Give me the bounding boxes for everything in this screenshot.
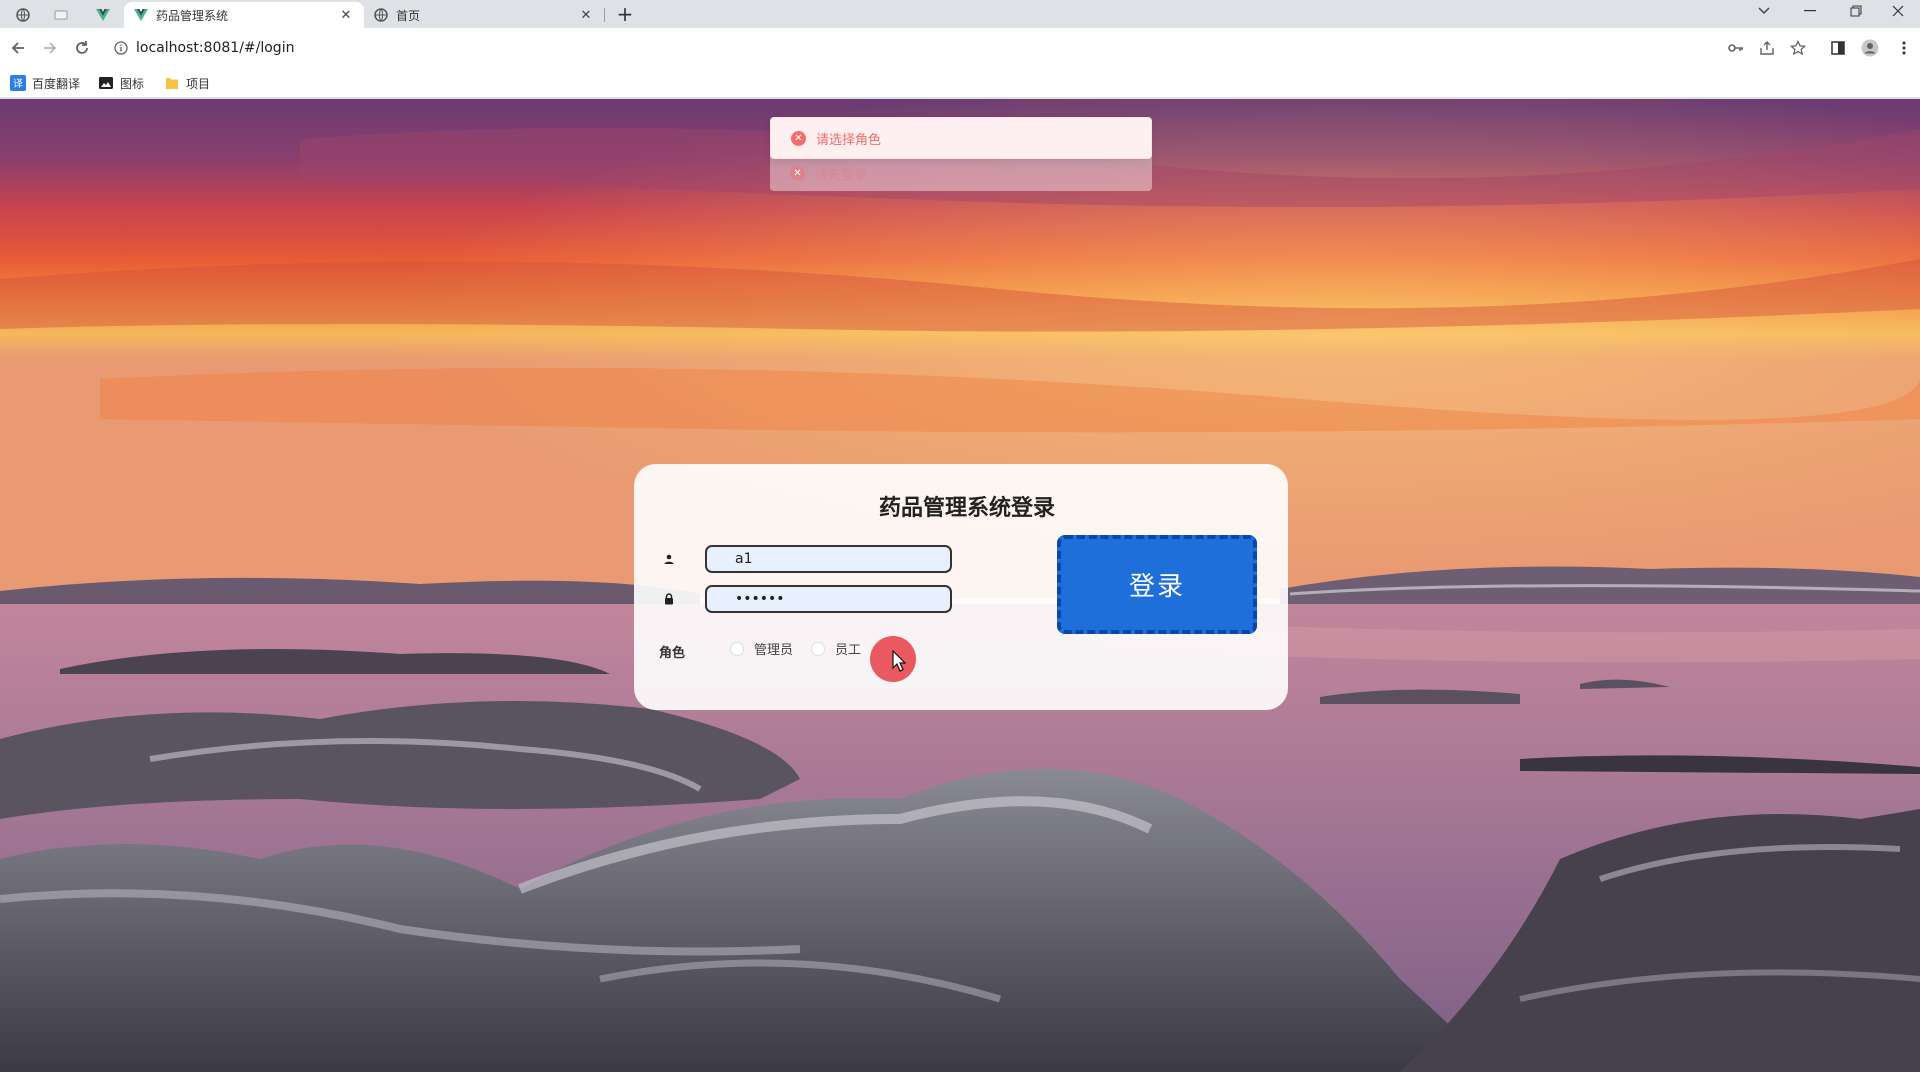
login-card: 药品管理系统登录 角色 管理员 员工 登录: [634, 464, 1288, 710]
close-tab-icon[interactable]: ✕: [338, 8, 354, 23]
restore-icon: [1850, 5, 1862, 17]
bookmark-projects[interactable]: 项目: [164, 74, 210, 92]
error-circle-icon: ✕: [791, 130, 806, 146]
vue-logo-icon: [96, 8, 110, 21]
role-label: 角色: [659, 646, 686, 661]
side-panel-button[interactable]: [1826, 36, 1850, 60]
toast-text: 请先登录: [815, 167, 868, 183]
url-text[interactable]: localhost:8081/#/login: [136, 40, 294, 56]
tab-search-button[interactable]: [1742, 0, 1786, 22]
key-icon: [1728, 44, 1743, 52]
share-button[interactable]: [1755, 36, 1779, 60]
error-message-toast: ✕ 请选择角色: [770, 117, 1152, 159]
username-input[interactable]: [705, 545, 952, 573]
translate-icon: 译: [10, 75, 26, 91]
share-icon: [1760, 41, 1774, 55]
page-viewport: ✕ 请先登录 ✕ 请选择角色 药品管理系统登录 角色 管理员 员工 登录: [0, 99, 1920, 1072]
password-input[interactable]: [705, 585, 952, 613]
password-key-button[interactable]: [1724, 36, 1748, 60]
image-icon: [98, 75, 114, 91]
globe-icon: [16, 8, 30, 22]
more-vert-icon: [1902, 41, 1906, 55]
reload-button[interactable]: [70, 36, 94, 60]
avatar-icon: [1861, 39, 1879, 57]
profile-button[interactable]: [1858, 36, 1882, 60]
bookmark-label: 图标: [120, 76, 145, 91]
info-icon[interactable]: [114, 41, 128, 55]
arrow-right-icon: [44, 42, 57, 54]
radio-circle[interactable]: [811, 641, 825, 656]
omnibox[interactable]: localhost:8081/#/login: [106, 33, 1736, 63]
lock-icon: [662, 592, 676, 606]
reload-icon: [76, 41, 88, 54]
user-icon: [662, 552, 676, 566]
minimize-button[interactable]: [1788, 0, 1832, 22]
mouse-cursor-icon: [892, 650, 906, 672]
close-icon: [1892, 5, 1904, 17]
login-button[interactable]: 登录: [1057, 535, 1257, 634]
tab-home[interactable]: 首页 ✕: [364, 2, 604, 28]
bookmark-label: 百度翻译: [32, 76, 81, 91]
pinned-tab-globe[interactable]: [6, 3, 40, 27]
vue-logo-icon: [134, 8, 148, 22]
tab-divider: [604, 8, 605, 22]
radio-label[interactable]: 员工: [835, 639, 861, 658]
role-radio-admin[interactable]: 管理员: [730, 639, 793, 658]
tab-strip: 药品管理系统 ✕ 首页 ✕ +: [0, 0, 1920, 28]
bookmarks-bar: 译 百度翻译 图标 项目: [0, 68, 1920, 98]
pinned-tab-blank[interactable]: [44, 3, 78, 27]
star-icon: [1790, 40, 1806, 56]
forward-button[interactable]: [38, 36, 62, 60]
bookmark-baidu-translate[interactable]: 译 百度翻译: [10, 74, 80, 92]
menu-button[interactable]: [1892, 36, 1916, 60]
chevron-down-icon: [1758, 7, 1770, 15]
radio-label[interactable]: 管理员: [754, 639, 793, 658]
error-circle-icon: ✕: [790, 165, 805, 181]
address-bar-row: localhost:8081/#/login: [0, 28, 1920, 68]
close-window-button[interactable]: [1876, 0, 1920, 22]
folder-icon: [164, 75, 180, 91]
toast-text: 请选择角色: [816, 132, 882, 148]
minimize-icon: [1804, 10, 1816, 12]
svg-text:译: 译: [13, 78, 23, 90]
pinned-tab-vue[interactable]: [86, 3, 120, 27]
bookmark-icons[interactable]: 图标: [98, 74, 144, 92]
close-tab-icon[interactable]: ✕: [578, 8, 594, 23]
page-icon: [54, 10, 68, 20]
new-tab-button[interactable]: +: [612, 2, 638, 26]
login-title: 药品管理系统登录: [878, 496, 1055, 521]
bookmark-label: 项目: [186, 76, 211, 91]
side-panel-icon: [1831, 41, 1845, 55]
arrow-left-icon: [11, 42, 24, 54]
role-radio-staff[interactable]: 员工: [811, 639, 861, 658]
radio-circle[interactable]: [730, 641, 744, 656]
bookmark-star-button[interactable]: [1786, 36, 1810, 60]
restore-button[interactable]: [1834, 0, 1878, 22]
tab-label: 药品管理系统: [156, 8, 229, 23]
tab-drug-system[interactable]: 药品管理系统 ✕: [124, 2, 364, 28]
back-button[interactable]: [6, 36, 30, 60]
globe-icon: [374, 8, 388, 22]
tab-label: 首页: [396, 8, 421, 23]
